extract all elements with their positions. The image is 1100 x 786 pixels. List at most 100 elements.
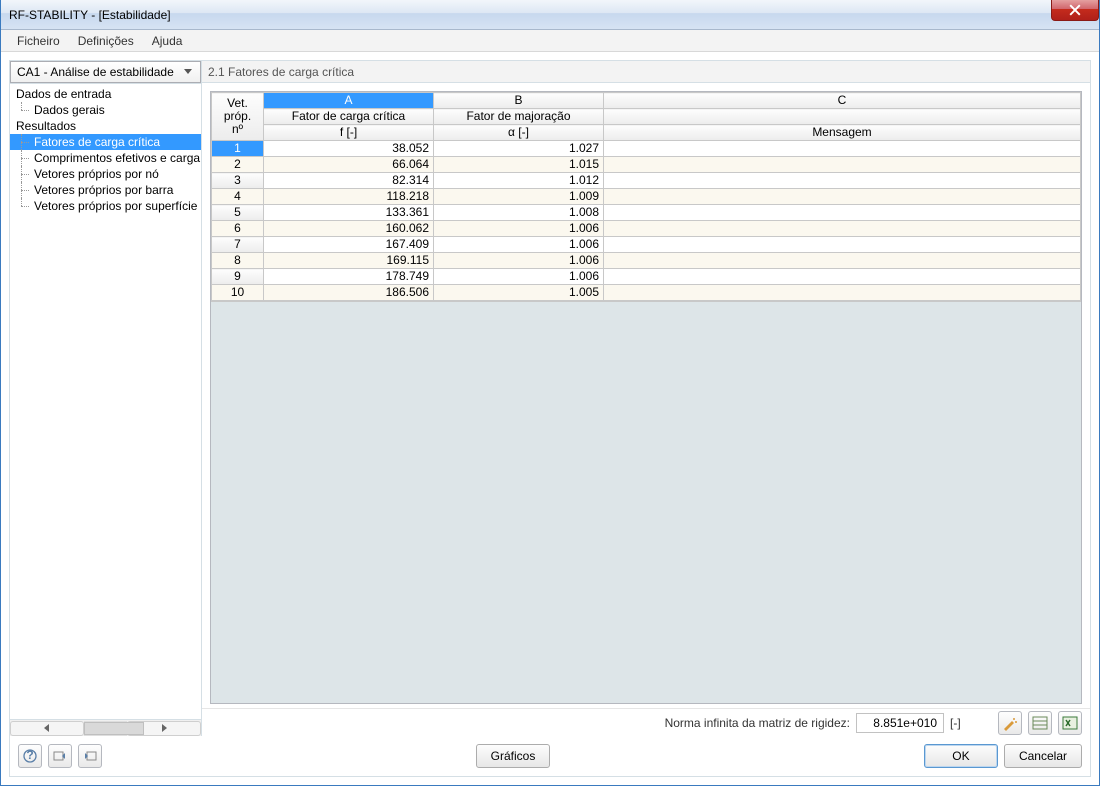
col-B[interactable]: B [434, 93, 604, 109]
navigator-tree[interactable]: Dados de entrada Dados gerais Resultados… [10, 84, 201, 719]
graphics-button[interactable]: Gráficos [476, 744, 551, 768]
cell[interactable] [604, 173, 1081, 189]
cell[interactable]: 1.008 [434, 205, 604, 221]
row-header[interactable]: 7 [212, 237, 264, 253]
cell[interactable] [604, 157, 1081, 173]
tree-eigenvectors-member[interactable]: Vetores próprios por barra [10, 182, 201, 198]
row-header[interactable]: 6 [212, 221, 264, 237]
col-B-label: Fator de majoração [434, 109, 604, 125]
cell[interactable]: 82.314 [264, 173, 434, 189]
col-A-sub: f [-] [264, 125, 434, 141]
menubar: Ficheiro Definições Ajuda [1, 30, 1099, 52]
table-row[interactable]: 9178.7491.006 [212, 269, 1081, 285]
help-icon: ? [23, 749, 37, 763]
row-header[interactable]: 5 [212, 205, 264, 221]
table-row[interactable]: 4118.2181.009 [212, 189, 1081, 205]
sidebar-hscrollbar[interactable] [10, 719, 201, 736]
cell[interactable]: 1.006 [434, 253, 604, 269]
cell[interactable] [604, 189, 1081, 205]
row-header[interactable]: 10 [212, 285, 264, 301]
next-button[interactable] [78, 744, 102, 768]
tree-eigenvectors-node[interactable]: Vetores próprios por nó [10, 166, 201, 182]
cell[interactable]: 1.009 [434, 189, 604, 205]
table-row[interactable]: 7167.4091.006 [212, 237, 1081, 253]
grid-corner-label1: Vet. próp. [216, 93, 259, 123]
cell[interactable]: 1.006 [434, 237, 604, 253]
table-row[interactable]: 138.0521.027 [212, 141, 1081, 157]
cell[interactable]: 167.409 [264, 237, 434, 253]
menu-file[interactable]: Ficheiro [9, 32, 68, 50]
case-selector-row: CA1 - Análise de estabilidade [10, 61, 201, 84]
cell[interactable]: 38.052 [264, 141, 434, 157]
table-row[interactable]: 382.3141.012 [212, 173, 1081, 189]
cell[interactable]: 1.006 [434, 269, 604, 285]
cell[interactable] [604, 253, 1081, 269]
cell[interactable] [604, 205, 1081, 221]
row-header[interactable]: 4 [212, 189, 264, 205]
menu-help[interactable]: Ajuda [144, 32, 191, 50]
case-selector[interactable]: CA1 - Análise de estabilidade [10, 61, 201, 83]
cell[interactable]: 1.005 [434, 285, 604, 301]
row-header[interactable]: 1 [212, 141, 264, 157]
cell[interactable]: 118.218 [264, 189, 434, 205]
section-title: 2.1 Fatores de carga crítica [202, 61, 1090, 83]
col-A[interactable]: A [264, 93, 434, 109]
main-panel: 2.1 Fatores de carga crítica Vet. próp. … [202, 61, 1090, 736]
tree-eigenvectors-surface[interactable]: Vetores próprios por superfície [10, 198, 201, 214]
cancel-button[interactable]: Cancelar [1004, 744, 1082, 768]
cell[interactable]: 1.006 [434, 221, 604, 237]
tree-general-data[interactable]: Dados gerais [10, 102, 201, 118]
stiffness-norm-label: Norma infinita da matriz de rigidez: [665, 716, 850, 730]
cell[interactable] [604, 269, 1081, 285]
row-header[interactable]: 8 [212, 253, 264, 269]
cell[interactable] [604, 285, 1081, 301]
titlebar[interactable]: RF-STABILITY - [Estabilidade] [1, 0, 1099, 30]
table-row[interactable]: 6160.0621.006 [212, 221, 1081, 237]
cell[interactable]: 1.012 [434, 173, 604, 189]
results-grid[interactable]: Vet. próp. nº A B C Fator de carga críti… [210, 91, 1082, 704]
tree-input-data[interactable]: Dados de entrada [10, 86, 201, 102]
cell[interactable] [604, 221, 1081, 237]
scroll-track[interactable] [84, 721, 127, 736]
table-row[interactable]: 8169.1151.006 [212, 253, 1081, 269]
cell[interactable]: 66.064 [264, 157, 434, 173]
cell[interactable]: 178.749 [264, 269, 434, 285]
row-header[interactable]: 9 [212, 269, 264, 285]
tree-results[interactable]: Resultados [10, 118, 201, 134]
scroll-thumb[interactable] [84, 722, 144, 735]
cell[interactable]: 133.361 [264, 205, 434, 221]
grid-corner[interactable]: Vet. próp. nº [212, 93, 264, 141]
table-row[interactable]: 266.0641.015 [212, 157, 1081, 173]
col-C[interactable]: C [604, 93, 1081, 109]
row-header[interactable]: 2 [212, 157, 264, 173]
scroll-left-button[interactable] [10, 721, 84, 736]
tree-critical-load-factors[interactable]: Fatores de carga crítica [10, 134, 201, 150]
table-icon [1032, 715, 1048, 731]
grid-corner-label2: nº [216, 123, 259, 140]
close-icon [1069, 4, 1081, 16]
prev-button[interactable] [48, 744, 72, 768]
body: CA1 - Análise de estabilidade Dados de e… [9, 60, 1091, 777]
help-button[interactable]: ? [18, 744, 42, 768]
cell[interactable]: 160.062 [264, 221, 434, 237]
ok-button[interactable]: OK [924, 744, 998, 768]
window-title: RF-STABILITY - [Estabilidade] [9, 8, 171, 22]
settings-icon-button[interactable] [998, 711, 1022, 735]
grid-empty-area [211, 301, 1081, 703]
tree-effective-lengths[interactable]: Comprimentos efetivos e carga [10, 150, 201, 166]
export-icon-button[interactable] [1058, 711, 1082, 735]
filter-icon-button[interactable] [1028, 711, 1052, 735]
table-row[interactable]: 10186.5061.005 [212, 285, 1081, 301]
cell[interactable] [604, 237, 1081, 253]
cell[interactable]: 186.506 [264, 285, 434, 301]
cell[interactable]: 1.015 [434, 157, 604, 173]
row-header[interactable]: 3 [212, 173, 264, 189]
svg-text:?: ? [26, 749, 33, 762]
table-row[interactable]: 5133.3611.008 [212, 205, 1081, 221]
status-row: Norma infinita da matriz de rigidez: 8.8… [202, 708, 1090, 736]
cell[interactable]: 1.027 [434, 141, 604, 157]
close-button[interactable] [1051, 0, 1099, 21]
menu-settings[interactable]: Definições [70, 32, 142, 50]
cell[interactable]: 169.115 [264, 253, 434, 269]
cell[interactable] [604, 141, 1081, 157]
